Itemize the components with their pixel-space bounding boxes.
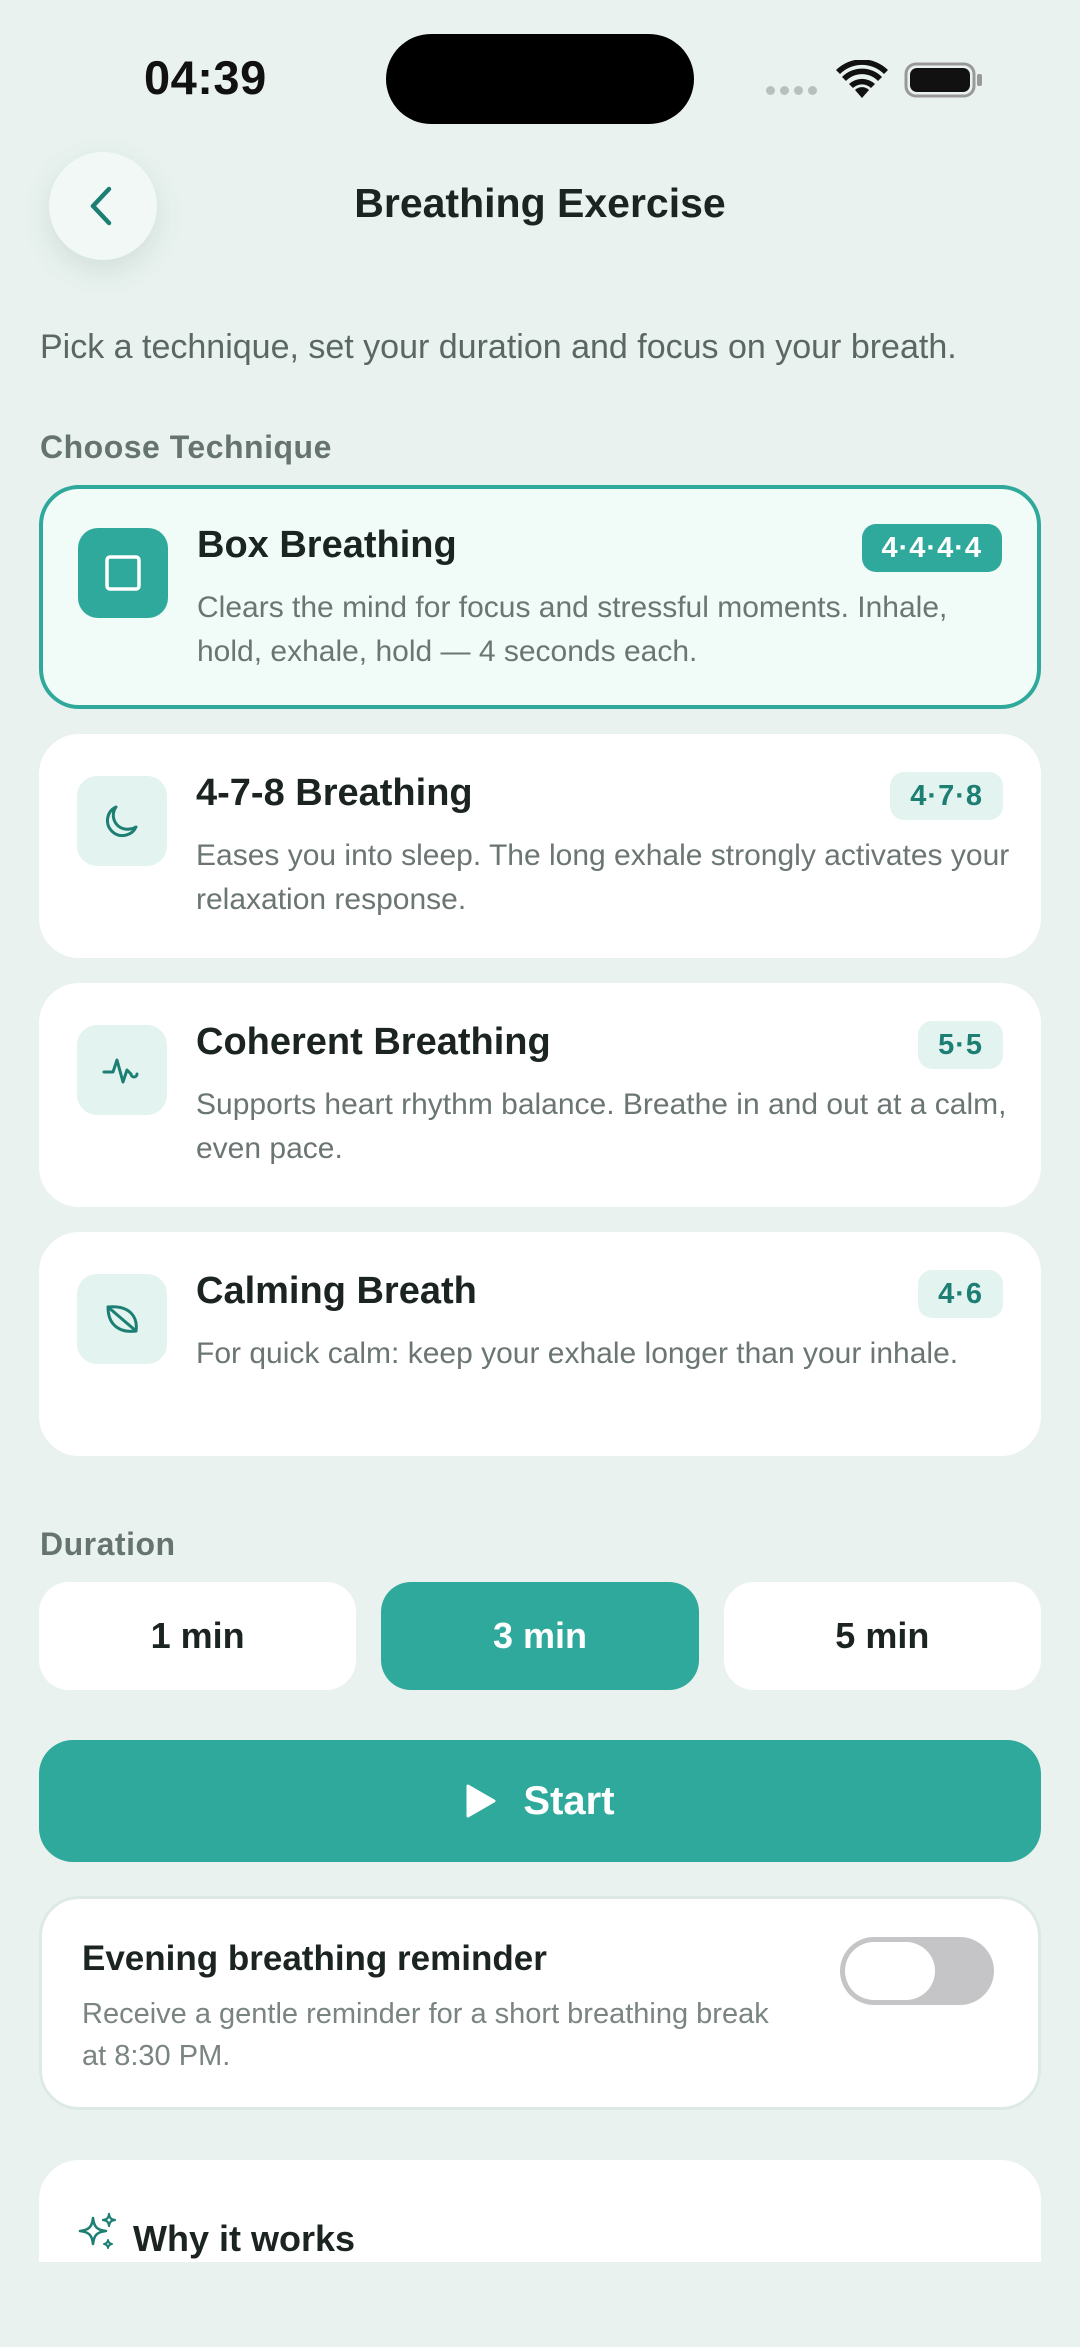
why-it-works-title: Why it works: [133, 2218, 356, 2259]
technique-badge: 4·7·8: [890, 772, 1003, 820]
reminder-description: Receive a gentle reminder for a short br…: [82, 1998, 769, 2072]
technique-description: Eases you into sleep. The long exhale st…: [196, 839, 1010, 916]
reminder-toggle[interactable]: [840, 1937, 994, 2005]
technique-badge: 5·5: [918, 1021, 1003, 1069]
cellular-signal-icon: [766, 86, 817, 95]
technique-description: Clears the mind for focus and stressful …: [197, 591, 948, 668]
technique-description: For quick calm: keep your exhale longer …: [196, 1337, 959, 1370]
technique-card-coherent-breathing[interactable]: Coherent Breathing 5·5 Supports heart rh…: [39, 983, 1041, 1207]
technique-name: Calming Breath: [196, 1270, 477, 1312]
technique-badge: 4·4·4·4: [861, 524, 1002, 572]
technique-card-calming-breath[interactable]: Calming Breath 4·6 For quick calm: keep …: [39, 1232, 1041, 1456]
duration-section-label: Duration: [40, 1526, 176, 1562]
reminder-title: Evening breathing reminder: [82, 1939, 547, 1978]
heartbeat-icon: [77, 1025, 167, 1115]
technique-name: 4-7-8 Breathing: [196, 772, 473, 814]
technique-section-label: Choose Technique: [40, 429, 332, 465]
bottom-background: [0, 2262, 1080, 2347]
reminder-card: Evening breathing reminder Receive a gen…: [39, 1896, 1041, 2110]
dynamic-island: [386, 34, 694, 124]
start-button-label: Start: [523, 1778, 615, 1823]
technique-name: Box Breathing: [197, 524, 457, 566]
page-title: Breathing Exercise: [354, 180, 726, 226]
duration-option-1-min[interactable]: 1 min: [39, 1582, 357, 1690]
status-time: 04:39: [144, 51, 267, 104]
intro-text: Pick a technique, set your duration and …: [40, 328, 957, 366]
technique-card-box-breathing[interactable]: Box Breathing 4·4·4·4 Clears the mind fo…: [39, 485, 1041, 709]
duration-option-5-min[interactable]: 5 min: [723, 1582, 1041, 1690]
technique-badge: 4·6: [918, 1270, 1003, 1318]
square-icon: [78, 528, 168, 618]
play-icon: [466, 1784, 496, 1818]
technique-name: Coherent Breathing: [196, 1021, 551, 1063]
start-button[interactable]: Start: [39, 1740, 1041, 1862]
wifi-icon: [836, 60, 888, 98]
leaf-icon: [77, 1274, 167, 1364]
moon-icon: [77, 776, 167, 866]
battery-icon: [904, 62, 982, 98]
screen: 04:39 Breathing Exercise Pick a techniqu…: [0, 0, 1080, 2347]
technique-card-4-7-8-breathing[interactable]: 4-7-8 Breathing 4·7·8 Eases you into sle…: [39, 734, 1041, 958]
sparkles-icon: [78, 2212, 117, 2249]
duration-selector: 1 min 3 min 5 min: [39, 1582, 1041, 1690]
duration-option-3-min[interactable]: 3 min: [381, 1582, 699, 1690]
toggle-knob: [845, 1942, 935, 2000]
technique-description: Supports heart rhythm balance. Breathe i…: [196, 1088, 1007, 1165]
